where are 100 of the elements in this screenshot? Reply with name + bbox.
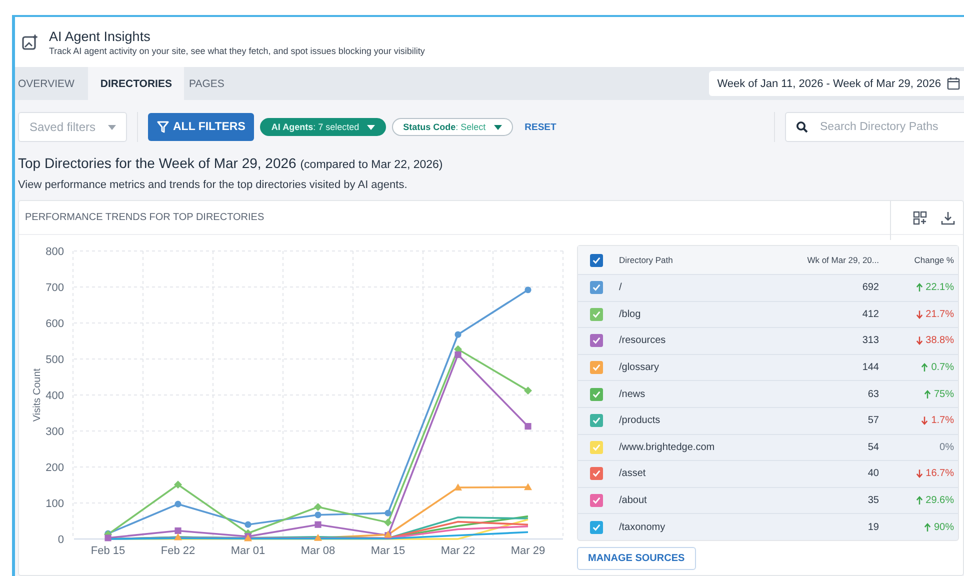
x-tick-label: Mar 08 [300,545,336,557]
table-cell: 75% [934,388,954,400]
filter-chip-label: AI Agents: 7 selected [271,122,360,132]
reset-link[interactable]: RESET [520,122,560,132]
saved-filters-placeholder: Saved filters [29,120,96,134]
table-cell-text: /news [619,388,646,400]
row-checkbox[interactable] [590,334,603,348]
table-cell-text: 313 [861,335,879,346]
y-tick-label: 800 [46,246,64,258]
grid-add-icon[interactable] [913,210,927,224]
table-cell: 21.7% [926,308,954,320]
column-header[interactable]: Wk of Mar 29, 20... [769,255,879,265]
arrow-up-icon [916,283,923,292]
column-header[interactable]: Directory Path [619,255,769,265]
tab[interactable]: OVERVIEW [15,67,86,100]
date-range-text: Week of Jan 11, 2026 - Week of Mar 29, 2026 [717,78,941,90]
data-point [314,521,322,528]
filter-chip[interactable]: Status Code: Select [392,118,513,136]
arrow-up-icon [921,363,928,372]
table-cell-text: /products [619,415,662,426]
data-point [174,500,182,508]
data-point [454,484,462,491]
row-checkbox[interactable] [590,494,603,508]
table-cell: 0.7% [931,362,954,374]
data-point [314,534,322,541]
arrow-down-icon [916,336,923,346]
table-cell: 1.7% [931,415,954,426]
row-checkbox[interactable] [590,520,603,534]
table-cell-text: 57 [866,415,879,426]
y-tick-label: 0 [58,534,64,546]
caret-icon [108,124,116,130]
card-title: PERFORMANCE TRENDS FOR TOP DIRECTORIES [25,212,264,223]
table-cell-text: / [619,282,623,294]
table-cell-text: 412 [861,308,879,320]
filter-chip[interactable]: AI Agents: 7 selected [260,118,386,136]
row-checkbox[interactable] [590,388,603,401]
table-cell-text: 54 [866,442,879,453]
page-subtitle: Track AI agent activity on your site, see what they fetch, and spot issues blocking your visibility [49,46,425,56]
arrow-down-icon [921,416,928,426]
row-checkbox[interactable] [590,361,603,374]
table-cell-text: 692 [861,282,879,294]
table-cell: 22.1% [926,282,954,294]
data-point [524,286,532,294]
arrow-down-icon [916,310,923,319]
x-tick-label: Mar 15 [370,545,406,557]
caret-icon [494,124,502,130]
search-field[interactable]: Search Directory Paths [785,112,964,142]
table-cell-text: 144 [861,362,879,374]
arrow-up-icon [924,390,931,399]
row-checkbox[interactable] [590,281,603,294]
download-icon[interactable] [941,210,955,224]
arrow-up-icon [924,522,931,532]
y-tick-label: 100 [46,498,64,510]
table-cell-text: /about [619,495,648,506]
table-cell: 38.8% [926,335,954,346]
x-tick-label: Mar 22 [440,545,476,557]
table-cell: 90% [934,522,954,533]
arrow-up-icon [916,496,923,506]
data-point [384,510,392,516]
row-checkbox[interactable] [590,414,603,428]
x-tick-label: Mar 01 [230,545,266,557]
y-tick-label: 700 [46,282,64,294]
section-description: View performance metrics and trends for the top directories visited by AI agents. [18,179,408,191]
y-tick-label: 200 [46,462,64,474]
table-cell: 0% [940,442,954,453]
caret-icon [367,124,376,130]
image-sparkle-icon [21,33,39,51]
row-checkbox[interactable] [590,467,603,480]
search-input[interactable]: Search Directory Paths [818,120,962,134]
y-axis-title: Visits Count [32,368,43,422]
filter-chip-label: Status Code: Select [403,122,486,132]
tab[interactable]: DIRECTORIES [88,67,184,100]
saved-filters-dropdown[interactable]: Saved filters [18,112,127,142]
search-icon [796,121,808,133]
data-point [524,423,532,430]
data-point [524,483,532,490]
y-tick-label: 300 [46,426,64,438]
tab[interactable]: PAGES [186,67,236,100]
table-cell-text: 19 [866,522,879,533]
data-point [454,331,462,338]
select-all-checkbox[interactable] [590,254,603,266]
funnel-icon [157,121,169,133]
table-cell-text: /taxonomy [619,522,666,533]
column-header[interactable]: Change % [914,255,954,265]
y-tick-label: 600 [46,318,64,330]
table-cell-text: 63 [866,388,879,400]
table-cell-text: 35 [866,495,879,506]
page-title: AI Agent Insights [49,28,152,44]
date-range-picker[interactable]: Week of Jan 11, 2026 - Week of Mar 29, 2026 [709,71,964,96]
row-checkbox[interactable] [590,308,603,321]
x-tick-label: Feb 22 [160,545,196,557]
table-cell: 16.7% [926,468,954,480]
x-tick-label: Feb 15 [90,545,126,557]
manage-sources-button[interactable]: MANAGE SOURCES [577,546,696,570]
all-filters-button[interactable]: ALL FILTERS [148,113,254,141]
y-tick-label: 400 [46,390,64,402]
table-cell-text: 40 [866,468,879,480]
table-cell-text: /asset [619,468,647,480]
y-tick-label: 500 [46,354,64,366]
calendar-icon [947,77,960,90]
